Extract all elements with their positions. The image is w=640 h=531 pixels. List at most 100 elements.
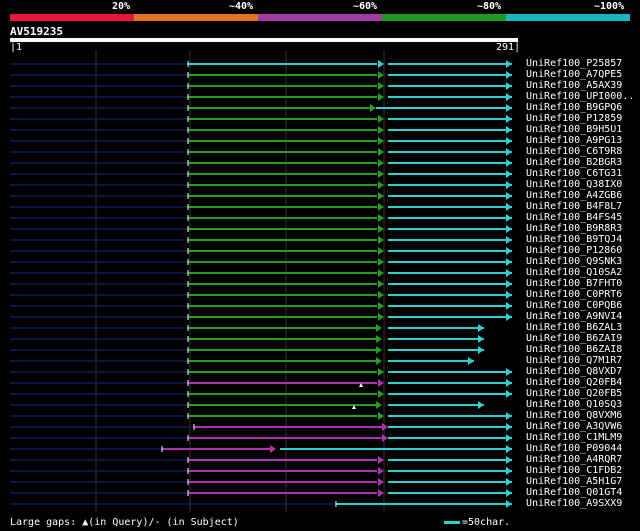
hit-arrow — [370, 104, 376, 112]
hit-arrow — [506, 104, 512, 112]
hit-label[interactable]: UniRef100_P09044 — [526, 443, 622, 454]
hit-label[interactable]: UniRef100_C6TG31 — [526, 168, 622, 179]
hit-arrow — [376, 401, 382, 409]
hit-arrow — [378, 159, 384, 167]
hit-arrow — [506, 412, 512, 420]
hit-label[interactable]: UniRef100_Q20FB5 — [526, 388, 622, 399]
hit-label[interactable]: UniRef100_B2BGR3 — [526, 157, 622, 168]
hit-label[interactable]: UniRef100_B4F8L7 — [526, 201, 622, 212]
hit-arrow — [506, 269, 512, 277]
hit-arrow — [378, 291, 384, 299]
hit-arrow — [506, 93, 512, 101]
hit-arrow — [506, 445, 512, 453]
hit-arrow — [506, 489, 512, 497]
hit-arrow — [376, 346, 382, 354]
hit-arrow — [378, 258, 384, 266]
hit-arrow — [378, 379, 384, 387]
hit-arrow — [506, 368, 512, 376]
hit-arrow — [378, 115, 384, 123]
hit-arrow — [378, 478, 384, 486]
hit-arrow — [378, 467, 384, 475]
hit-arrow — [378, 82, 384, 90]
hit-arrow — [506, 247, 512, 255]
hit-label[interactable]: UniRef100_B4FS45 — [526, 212, 622, 223]
hit-arrow — [378, 214, 384, 222]
hit-label[interactable]: UniRef100_A5AX39 — [526, 80, 622, 91]
hit-arrow — [506, 159, 512, 167]
hit-label[interactable]: UniRef100_B9GPQ6 — [526, 102, 622, 113]
hit-label[interactable]: UniRef100_B6ZAI8 — [526, 344, 622, 355]
hit-arrow — [270, 445, 276, 453]
hit-arrow — [376, 324, 382, 332]
hit-arrow — [378, 203, 384, 211]
hit-label[interactable]: UniRef100_B9H5U1 — [526, 124, 622, 135]
hit-arrow — [378, 126, 384, 134]
hit-label[interactable]: UniRef100_A7QPE5 — [526, 69, 622, 80]
hit-label[interactable]: UniRef100_B6ZAI9 — [526, 333, 622, 344]
hit-arrow — [506, 291, 512, 299]
hit-label[interactable]: UniRef100_A4ZGB6 — [526, 190, 622, 201]
hit-arrow — [506, 137, 512, 145]
hit-arrow — [506, 456, 512, 464]
hit-label[interactable]: UniRef100_C0PQB6 — [526, 300, 622, 311]
hit-arrow — [378, 137, 384, 145]
hit-arrow — [506, 500, 512, 508]
hit-label[interactable]: UniRef100_UPI000.. — [526, 91, 634, 102]
hit-label[interactable]: UniRef100_P12859 — [526, 113, 622, 124]
hit-label[interactable]: UniRef100_C6T9R8 — [526, 146, 622, 157]
hit-arrow — [506, 280, 512, 288]
hit-label[interactable]: UniRef100_Q9SNK3 — [526, 256, 622, 267]
hit-arrow — [468, 357, 474, 365]
hit-label[interactable]: UniRef100_A9SXX9 — [526, 498, 622, 509]
hit-label[interactable]: UniRef100_B7FHT0 — [526, 278, 622, 289]
hit-label[interactable]: UniRef100_B9R8R3 — [526, 223, 622, 234]
hit-label[interactable]: UniRef100_A9NVI4 — [526, 311, 622, 322]
gaps-legend: Large gaps: ▲(in Query)/- (in Subject) — [10, 517, 239, 528]
hit-arrow — [506, 148, 512, 156]
scale-legend: =50char. — [444, 517, 510, 528]
hit-label[interactable]: UniRef100_Q7M1R7 — [526, 355, 622, 366]
hit-label[interactable]: UniRef100_Q8VXD7 — [526, 366, 622, 377]
hit-label[interactable]: UniRef100_Q01GT4 — [526, 487, 622, 498]
hit-arrow — [376, 335, 382, 343]
hit-arrow — [378, 236, 384, 244]
hit-arrow — [506, 71, 512, 79]
hit-label[interactable]: UniRef100_C0PRT6 — [526, 289, 622, 300]
hit-label[interactable]: UniRef100_P12860 — [526, 245, 622, 256]
hit-arrow — [378, 192, 384, 200]
hit-arrow — [506, 390, 512, 398]
hit-label[interactable]: UniRef100_B6ZAL3 — [526, 322, 622, 333]
hit-arrow — [378, 390, 384, 398]
hit-arrow — [378, 247, 384, 255]
hit-label[interactable]: UniRef100_C1MLM9 — [526, 432, 622, 443]
hit-arrow — [378, 71, 384, 79]
hit-label[interactable]: UniRef100_C1FDB2 — [526, 465, 622, 476]
hit-label[interactable]: UniRef100_Q38IX0 — [526, 179, 622, 190]
hit-label[interactable]: UniRef100_A4RQR7 — [526, 454, 622, 465]
hit-arrow — [506, 478, 512, 486]
hit-arrow — [506, 126, 512, 134]
hit-label[interactable]: UniRef100_Q10SQ3 — [526, 399, 622, 410]
hit-arrow — [378, 269, 384, 277]
hit-label[interactable]: UniRef100_A5H1G7 — [526, 476, 622, 487]
hit-arrow — [378, 313, 384, 321]
hit-label[interactable]: UniRef100_A9PG13 — [526, 135, 622, 146]
hit-arrow — [378, 280, 384, 288]
hit-arrow — [378, 93, 384, 101]
hit-arrow — [378, 60, 384, 68]
hit-label[interactable]: UniRef100_P25857 — [526, 58, 622, 69]
hit-arrow — [378, 368, 384, 376]
hit-arrow — [506, 379, 512, 387]
hit-arrow — [378, 181, 384, 189]
hit-label[interactable]: UniRef100_B9TQJ4 — [526, 234, 622, 245]
hit-arrow — [506, 60, 512, 68]
scale-legend-text: =50char. — [462, 517, 511, 528]
hit-arrow — [382, 434, 388, 442]
hit-arrow — [506, 423, 512, 431]
hit-label[interactable]: UniRef100_Q8VXM6 — [526, 410, 622, 421]
hit-arrow — [378, 148, 384, 156]
hit-label[interactable]: UniRef100_Q20FB4 — [526, 377, 622, 388]
hit-arrow — [378, 302, 384, 310]
hit-label[interactable]: UniRef100_Q10SA2 — [526, 267, 622, 278]
hit-label[interactable]: UniRef100_A3QVW6 — [526, 421, 622, 432]
